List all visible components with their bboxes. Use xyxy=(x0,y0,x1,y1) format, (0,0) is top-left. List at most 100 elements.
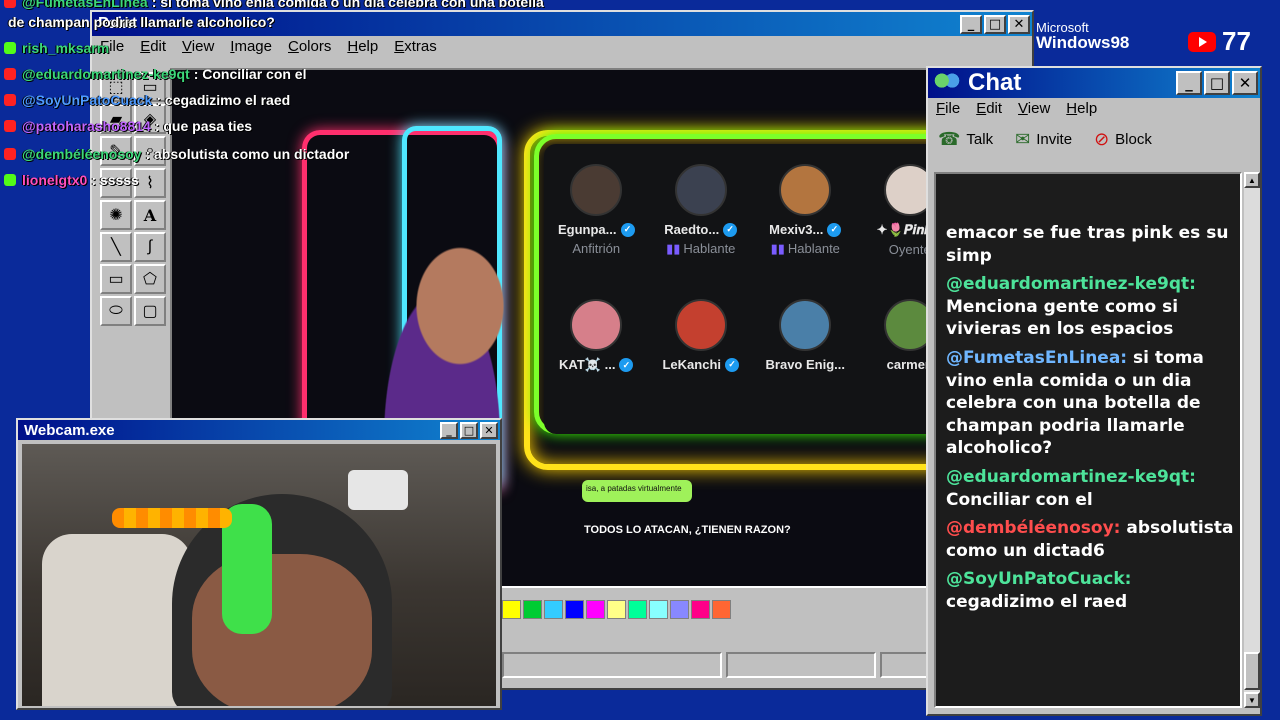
chat-username[interactable]: @FumetasEnLinea: xyxy=(946,348,1127,368)
menu-image[interactable]: Image xyxy=(230,38,272,55)
block-button[interactable]: ⊘ Block xyxy=(1094,129,1152,150)
menu-help[interactable]: Help xyxy=(347,38,378,55)
overlay-chat-user: @patoharasho8814 xyxy=(22,118,151,134)
streamer-video xyxy=(352,210,532,450)
chat-titlebar[interactable]: Chat _ □ ✕ xyxy=(928,68,1260,98)
close-button[interactable]: ✕ xyxy=(1232,71,1258,95)
space-member[interactable]: Mexiv3... ✓ ▮▮ Hablante xyxy=(753,164,858,284)
status-cell xyxy=(726,652,876,678)
space-member[interactable]: KAT☠️ ... ✓ xyxy=(544,299,649,419)
palette-swatch[interactable] xyxy=(502,600,521,619)
minimize-button[interactable]: _ xyxy=(1176,71,1202,95)
talk-icon: ☎ xyxy=(938,128,961,149)
member-name-row: Raedto... ✓ xyxy=(664,222,738,237)
overlay-chat-text: : sssss xyxy=(91,172,139,188)
menu-edit[interactable]: Edit xyxy=(140,38,166,55)
chat-username[interactable]: @eduardomartinez-ke9qt: xyxy=(946,467,1196,487)
youtube-icon xyxy=(4,148,16,160)
youtube-icon xyxy=(4,94,16,106)
polygon-icon[interactable]: ⬠ xyxy=(134,264,166,294)
text-icon[interactable]: A xyxy=(134,200,166,230)
palette-swatch[interactable] xyxy=(607,600,626,619)
menu-colors[interactable]: Colors xyxy=(288,38,331,55)
palette-swatch[interactable] xyxy=(628,600,647,619)
palette-swatch[interactable] xyxy=(691,600,710,619)
member-role-label: Hablante xyxy=(683,241,736,256)
maximize-button[interactable]: □ xyxy=(984,14,1006,34)
minimize-button[interactable]: _ xyxy=(960,14,982,34)
menu-help[interactable]: Help xyxy=(1066,100,1097,117)
palette-swatch[interactable] xyxy=(565,600,584,619)
verified-icon: ✓ xyxy=(619,358,634,372)
talk-label: Talk xyxy=(966,130,994,148)
talk-button[interactable]: ☎ Talk xyxy=(938,129,993,150)
webcam-titlebar[interactable]: Webcam.exe _ □ ✕ xyxy=(18,420,500,440)
member-role-label: Hablante xyxy=(787,241,840,256)
space-member[interactable]: Egunpa... ✓ Anfitrión xyxy=(544,164,649,284)
menu-view[interactable]: View xyxy=(1018,100,1050,117)
menu-view[interactable]: View xyxy=(182,38,214,55)
overlay-chat-text: : Conciliar con el xyxy=(193,66,307,82)
avatar xyxy=(779,164,832,216)
menu-extras[interactable]: Extras xyxy=(394,38,437,55)
palette-swatch[interactable] xyxy=(712,600,731,619)
chat-log[interactable]: emacor se fue tras pink es su simp @eduar… xyxy=(934,172,1242,708)
flower-garland xyxy=(112,508,232,528)
scroll-down-icon[interactable]: ▼ xyxy=(1244,692,1260,708)
member-name-row: Mexiv3... ✓ xyxy=(769,222,842,237)
menu-file[interactable]: File xyxy=(936,100,960,117)
verified-icon: ✓ xyxy=(620,222,635,237)
overlay-chat-row: lionelgtx0: sssss xyxy=(4,172,139,188)
palette-swatch[interactable] xyxy=(523,600,542,619)
curve-icon[interactable]: ∫ xyxy=(134,232,166,262)
scroll-up-icon[interactable]: ▲ xyxy=(1244,172,1260,188)
overlay-chat-text: : si toma vino enla comida o un dia cele… xyxy=(151,0,544,10)
palette-swatch[interactable] xyxy=(544,600,563,619)
block-label: Block xyxy=(1115,130,1152,148)
palette-swatch[interactable] xyxy=(649,600,668,619)
space-member[interactable]: Raedto... ✓ ▮▮ Hablante xyxy=(649,164,754,284)
maximize-button[interactable]: □ xyxy=(1204,71,1230,95)
space-member[interactable]: Bravo Enig... xyxy=(753,299,858,419)
avatar xyxy=(570,299,623,351)
palette-swatch[interactable] xyxy=(586,600,605,619)
chat-bubble: isa, a patadas virtualmente xyxy=(582,480,692,502)
overlay-chat-row: rish_mksarm xyxy=(4,40,113,56)
rectangle-icon[interactable]: ▭ xyxy=(100,264,132,294)
close-button[interactable]: ✕ xyxy=(480,421,498,439)
member-name: LeKanchi xyxy=(662,357,721,372)
windows98-label: Windows98 xyxy=(1036,33,1130,52)
color-palette xyxy=(502,600,731,619)
overlay-chat-text: : cegadizimo el raed xyxy=(156,92,291,108)
chat-scrollbar[interactable]: ▲ ▼ xyxy=(1244,172,1260,708)
menu-edit[interactable]: Edit xyxy=(976,100,1002,117)
line-icon[interactable]: ╲ xyxy=(100,232,132,262)
overlay-chat-row: @eduardomartinez-ke9qt: Conciliar con el xyxy=(4,66,307,82)
maximize-button[interactable]: □ xyxy=(460,421,478,439)
kick-icon xyxy=(4,42,16,54)
palette-swatch[interactable] xyxy=(670,600,689,619)
person-face xyxy=(192,554,372,706)
invite-icon: ✉ xyxy=(1015,128,1031,149)
chat-username[interactable]: @dembéléenosoy: xyxy=(946,518,1120,538)
youtube-icon xyxy=(4,0,16,8)
block-icon: ⊘ xyxy=(1094,128,1110,149)
scroll-thumb[interactable] xyxy=(1244,652,1260,690)
ellipse-icon[interactable]: ⬭ xyxy=(100,296,132,326)
rounded-rect-icon[interactable]: ▢ xyxy=(134,296,166,326)
member-name-row: Egunpa... ✓ xyxy=(558,222,635,237)
space-member[interactable]: LeKanchi ✓ xyxy=(649,299,754,419)
close-button[interactable]: ✕ xyxy=(1008,14,1030,34)
chat-username[interactable]: @eduardomartinez-ke9qt: xyxy=(946,274,1196,294)
member-name: KAT☠️ ... xyxy=(559,357,616,372)
chat-text: cegadizimo el raed xyxy=(946,591,1128,612)
chat-message: @eduardomartinez-ke9qt: Conciliar con el xyxy=(946,466,1234,511)
chat-message: @eduardomartinez-ke9qt: Menciona gente c… xyxy=(946,273,1234,341)
youtube-icon xyxy=(4,68,16,80)
member-role-label: Anfitrión xyxy=(572,241,621,256)
invite-button[interactable]: ✉ Invite xyxy=(1015,129,1072,150)
minimize-button[interactable]: _ xyxy=(440,421,458,439)
chat-username[interactable]: @SoyUnPatoCuack: xyxy=(946,569,1131,589)
speaking-icon: ▮▮ xyxy=(770,241,785,256)
airbrush-icon[interactable]: ✺ xyxy=(100,200,132,230)
